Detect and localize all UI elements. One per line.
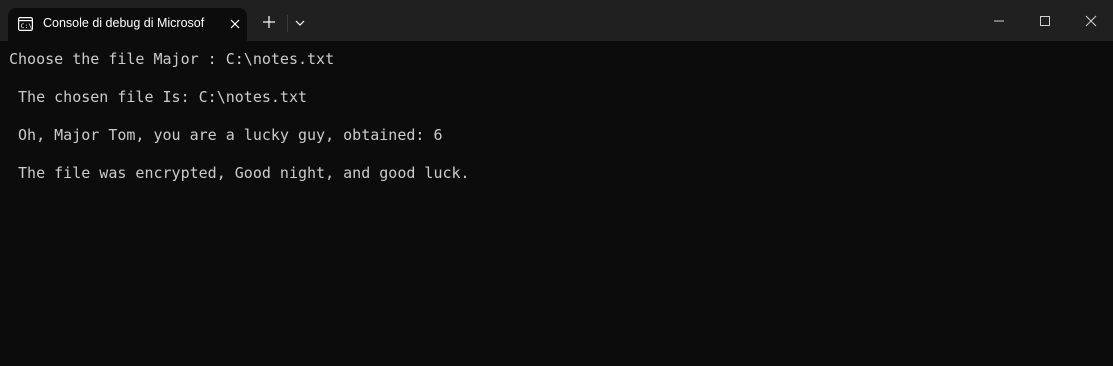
plus-icon[interactable] bbox=[259, 12, 279, 32]
console-line: The chosen file Is: C:\notes.txt bbox=[9, 88, 308, 106]
console-output[interactable]: Choose the file Major : C:\notes.txt The… bbox=[0, 41, 1113, 366]
console-line: The file was encrypted, Good night, and … bbox=[9, 164, 470, 182]
svg-text:C:\: C:\ bbox=[21, 22, 33, 30]
terminal-window: C:\ Console di debug di Microsof Choose … bbox=[0, 0, 1113, 366]
console-line: Oh, Major Tom, you are a lucky guy, obta… bbox=[9, 126, 443, 144]
title-bar[interactable]: C:\ Console di debug di Microsof bbox=[0, 0, 1113, 41]
chevron-down-icon[interactable] bbox=[291, 14, 309, 32]
tab-title: Console di debug di Microsof bbox=[43, 16, 205, 30]
tab-debug-console[interactable]: C:\ Console di debug di Microsof bbox=[8, 8, 247, 41]
console-line: Choose the file Major : C:\notes.txt bbox=[9, 50, 335, 68]
maximize-icon[interactable] bbox=[1034, 10, 1056, 32]
minimize-icon[interactable] bbox=[988, 10, 1010, 32]
close-icon[interactable] bbox=[1080, 10, 1102, 32]
terminal-icon: C:\ bbox=[18, 17, 33, 31]
close-tab-icon[interactable] bbox=[228, 17, 242, 31]
tab-divider bbox=[287, 15, 288, 32]
